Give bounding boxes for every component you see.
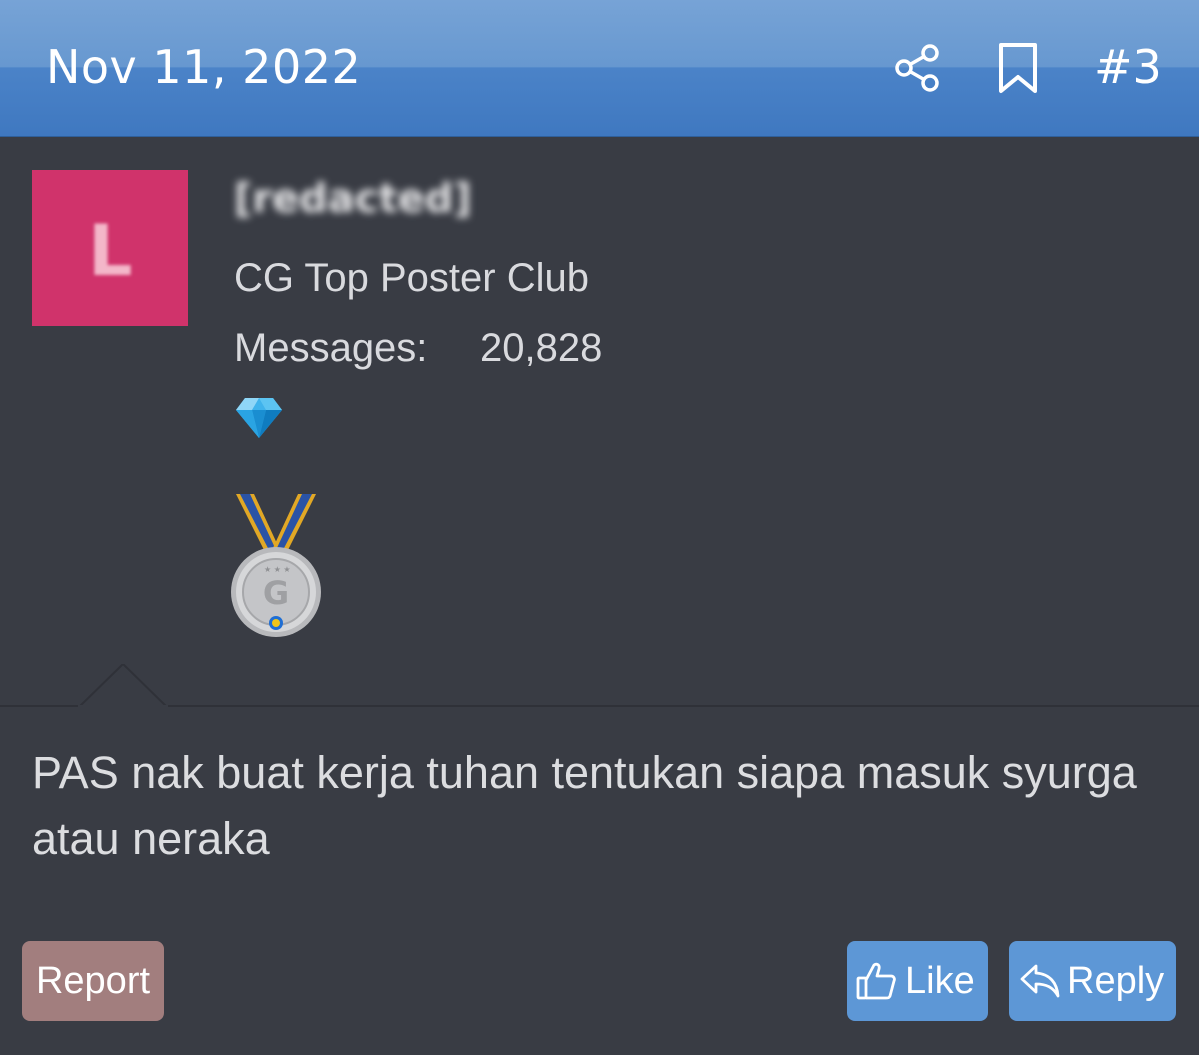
username[interactable]: [redacted] [234,176,472,222]
reply-label: Reply [1067,960,1165,1002]
silver-medal-icon: G ★ ★ ★ [231,494,321,637]
thumbs-up-icon [856,962,896,1000]
user-title: CG Top Poster Club [234,256,589,300]
reply-button[interactable]: Reply [1009,941,1176,1021]
like-label: Like [905,960,975,1002]
post-header: Nov 11, 2022 #3 [0,0,1199,137]
messages-count: 20,828 [480,326,603,370]
reply-arrow-icon [1020,964,1060,998]
report-button[interactable]: Report [22,941,164,1021]
svg-text:★ ★ ★: ★ ★ ★ [264,565,291,574]
like-button[interactable]: Like [847,941,988,1021]
message-pointer-arrow [78,664,168,708]
svg-text:G: G [263,574,289,612]
post-body-text: PAS nak buat kerja tuhan tentukan siapa … [32,747,1137,864]
divider [0,705,1199,707]
diamond-icon [236,398,282,438]
post-number-link[interactable]: #3 [1094,40,1162,94]
post-card: Nov 11, 2022 #3 L [redacted] CG Top Post… [0,0,1199,1055]
avatar-letter: L [88,210,133,292]
post-date[interactable]: Nov 11, 2022 [46,40,361,94]
messages-label: Messages: [234,326,428,370]
bookmark-icon[interactable] [996,42,1040,94]
share-icon[interactable] [892,42,942,94]
